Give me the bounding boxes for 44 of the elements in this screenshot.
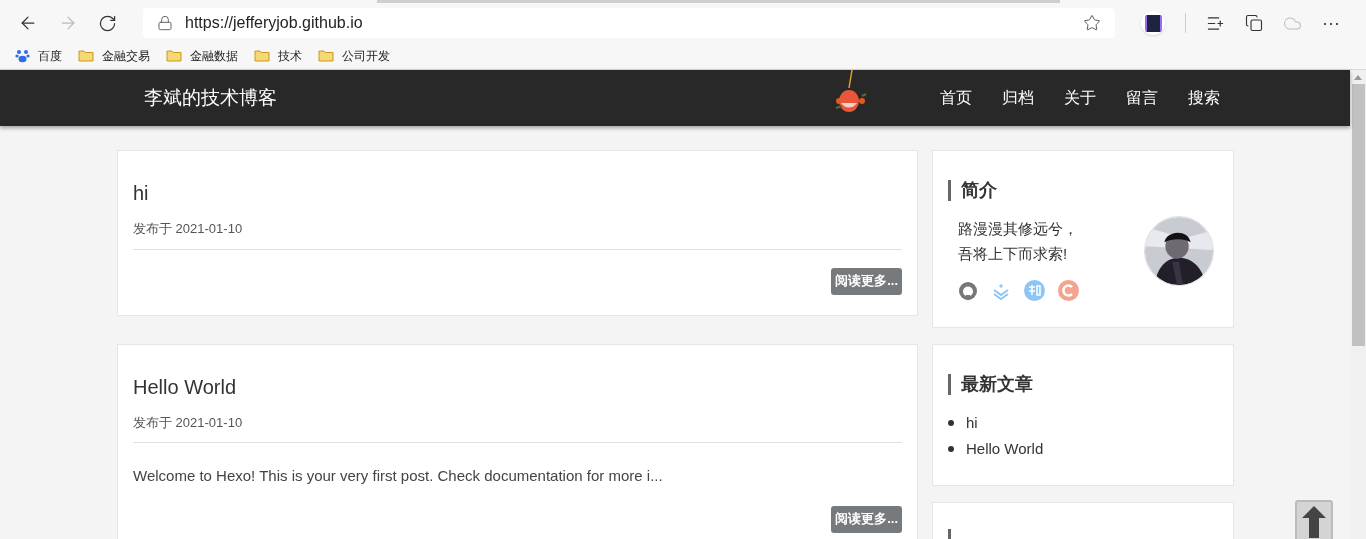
- site-title[interactable]: 李斌的技术博客: [144, 83, 940, 113]
- collections-icon[interactable]: [1245, 14, 1263, 32]
- scrollbar[interactable]: [1350, 70, 1366, 539]
- bookmark-item[interactable]: 金融交易: [78, 46, 150, 65]
- folder-icon: [318, 49, 334, 62]
- folder-icon: [254, 49, 270, 62]
- star-icon[interactable]: [1083, 14, 1101, 32]
- nav-link[interactable]: 首页: [940, 86, 972, 110]
- read-more-button[interactable]: 阅读更多...: [831, 267, 902, 295]
- motto-line: 路漫漫其修远兮，: [958, 219, 1079, 239]
- bullet-icon: [948, 420, 954, 426]
- motto-line: 吾将上下而求索!: [958, 244, 1069, 264]
- nav-link[interactable]: 关于: [1064, 86, 1096, 110]
- more-button[interactable]: ···: [1322, 14, 1340, 32]
- card-title: 最新文章: [961, 373, 1033, 396]
- folder-icon: [166, 49, 182, 62]
- post-date: 发布于 2021-01-10: [133, 219, 902, 250]
- post-title[interactable]: hi: [133, 179, 902, 207]
- post-date: 发布于 2021-01-10: [133, 412, 902, 443]
- recent-post-link[interactable]: hi: [966, 411, 978, 435]
- url-text: https://jefferyjob.github.io: [185, 13, 364, 33]
- bullet-icon: [948, 446, 954, 452]
- bookmark-item[interactable]: 金融数据: [166, 46, 238, 65]
- nav-link[interactable]: 搜索: [1188, 86, 1220, 110]
- back-to-top-button[interactable]: [1295, 500, 1333, 539]
- reload-icon[interactable]: [98, 13, 117, 33]
- nav-link[interactable]: 留言: [1126, 86, 1158, 110]
- folder-icon: [78, 49, 94, 62]
- bookmark-item[interactable]: 技术: [254, 46, 302, 65]
- bookmark-item[interactable]: 百度: [15, 46, 62, 65]
- recent-post-link[interactable]: Hello World: [966, 437, 1044, 461]
- extension-icon[interactable]: [1141, 11, 1165, 35]
- read-more-button[interactable]: 阅读更多...: [831, 505, 902, 533]
- nav-link[interactable]: 归档: [1002, 86, 1034, 110]
- card-title: 简介: [961, 179, 997, 202]
- lock-icon: [157, 15, 173, 31]
- github-icon[interactable]: [958, 280, 978, 301]
- paw-icon: [15, 48, 30, 63]
- up-arrow-icon: [1302, 506, 1326, 538]
- address-bar[interactable]: https://jefferyjob.github.io: [143, 8, 1115, 38]
- post-title[interactable]: Hello World: [133, 372, 902, 401]
- scrollbar-thumb[interactable]: [1351, 84, 1365, 346]
- bookmark-item[interactable]: 公司开发: [318, 46, 390, 65]
- post-excerpt: Welcome to Hexo! This is your very first post. Check documentation for more i...: [133, 466, 664, 486]
